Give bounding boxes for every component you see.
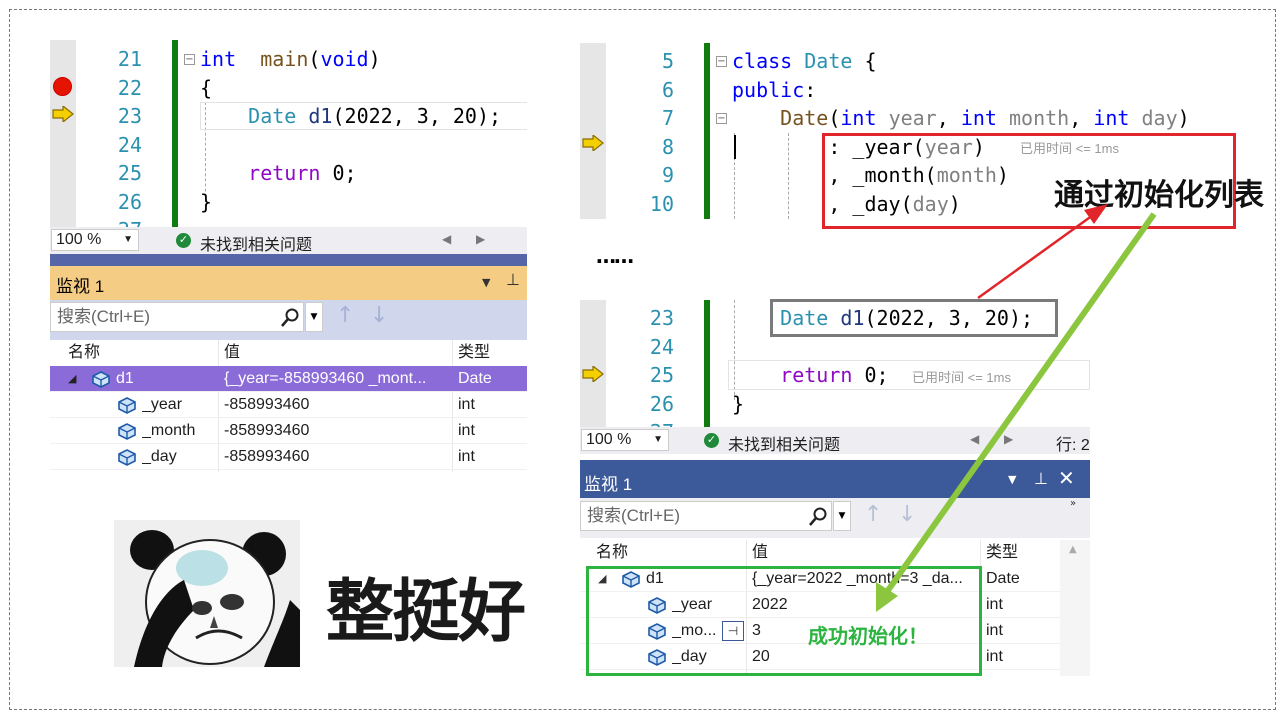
red-arrowhead (1084, 204, 1108, 224)
green-arrow (881, 212, 1157, 598)
green-arrowhead (876, 582, 898, 612)
red-arrow (977, 208, 1101, 300)
annotation-arrows (876, 204, 1157, 612)
